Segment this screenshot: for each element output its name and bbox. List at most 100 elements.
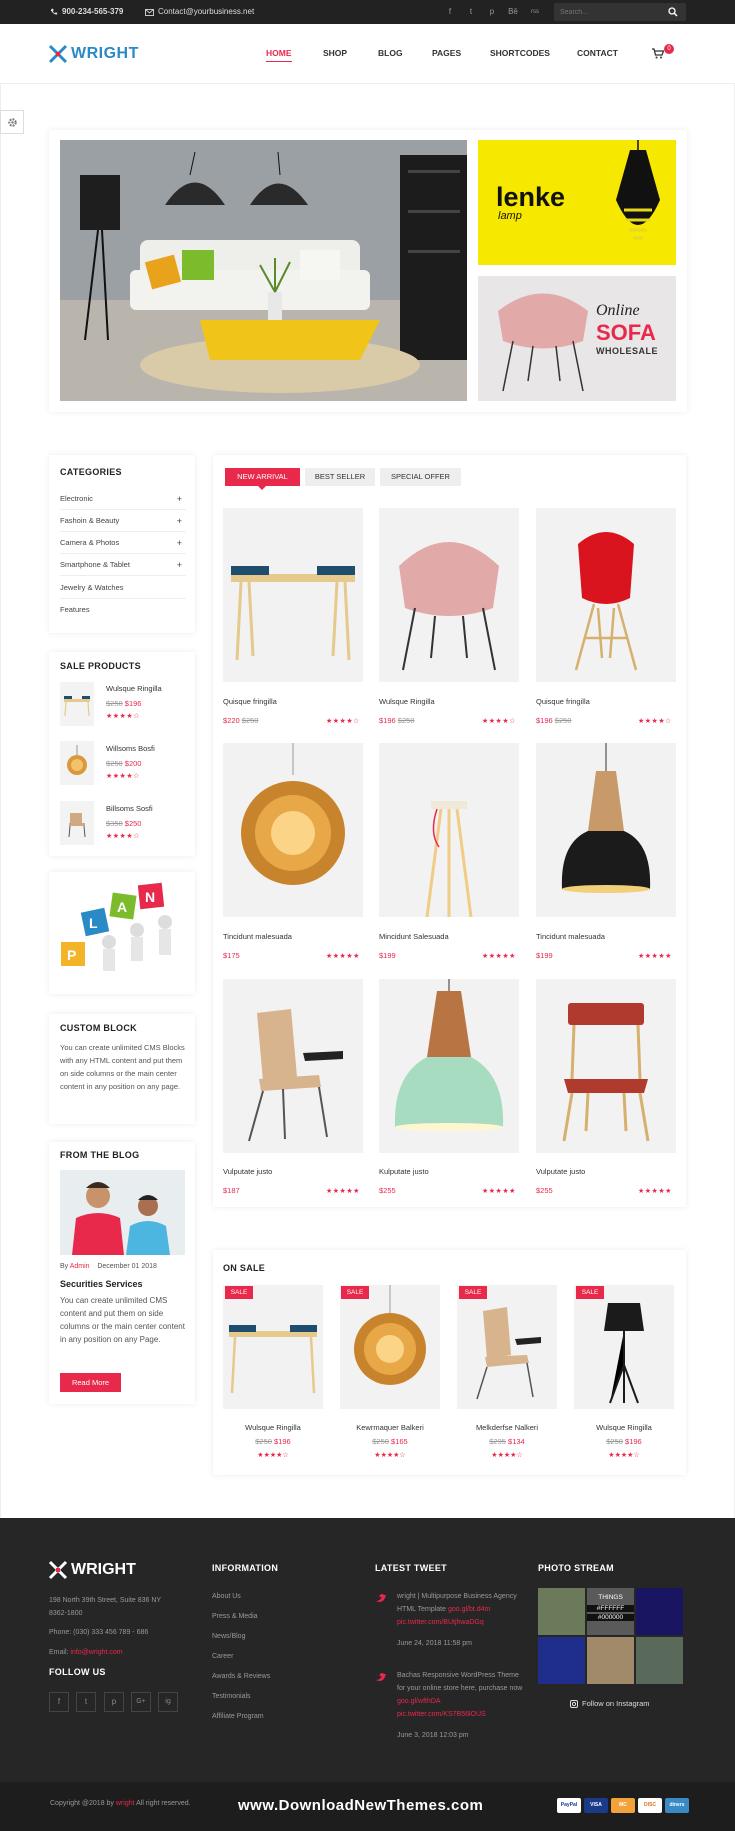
footer-link-news[interactable]: News/Blog (212, 1633, 245, 1640)
pinterest-icon[interactable]: p (104, 1692, 124, 1712)
email-contact[interactable]: Contact@yourbusiness.net (145, 0, 254, 24)
product-name[interactable]: Vulputate justo (536, 1167, 585, 1176)
category-features[interactable]: Features (60, 599, 186, 621)
expand-plus-icon[interactable]: + (177, 554, 182, 576)
sale-product-name[interactable]: Billsoms Sosfi (106, 804, 153, 813)
tweet-link[interactable]: goo.gl/bt.d4m (448, 1606, 490, 1613)
photo-stream-item[interactable] (538, 1588, 585, 1635)
product-name[interactable]: Wulsque Ringilla (379, 697, 435, 706)
twitter-icon[interactable]: t (76, 1692, 96, 1712)
pinterest-icon[interactable]: p (485, 0, 499, 24)
footer-link-awards[interactable]: Awards & Reviews (212, 1673, 270, 1680)
plan-banner-card[interactable]: P L A N (49, 872, 195, 994)
read-more-button[interactable]: Read More (60, 1373, 121, 1392)
product-name[interactable]: Tincidunt malesuada (536, 932, 605, 941)
old-price: $250 (106, 759, 123, 768)
footer-link-affiliate[interactable]: Affiliate Program (212, 1713, 264, 1720)
on-sale-price: $295 $134 (457, 1437, 557, 1446)
blog-image[interactable] (60, 1170, 185, 1255)
site-logo[interactable]: WRIGHT (48, 44, 139, 64)
product-name[interactable]: Quisque fringilla (223, 697, 277, 706)
lenke-lamp-banner[interactable]: lenke lamp (478, 140, 676, 265)
online-sofa-banner[interactable]: Online SOFA WHOLESALE (478, 276, 676, 401)
categories-title: CATEGORIES (60, 467, 122, 477)
product-name[interactable]: Quisque fringilla (536, 697, 590, 706)
product-image[interactable] (223, 979, 363, 1153)
product-name[interactable]: Tincidunt malesuada (223, 932, 292, 941)
cart-icon[interactable] (652, 48, 664, 59)
product-image[interactable] (379, 743, 519, 917)
google-plus-icon[interactable]: G+ (131, 1692, 151, 1712)
tweet-link[interactable]: pic.twitter.com/BUtjhwaDGq (397, 1619, 484, 1626)
sale-product-thumb[interactable] (60, 801, 94, 845)
rss-icon[interactable]: rss (528, 0, 542, 24)
sale-product-thumb[interactable] (60, 741, 94, 785)
copy-brand[interactable]: wright (116, 1800, 135, 1807)
nav-home[interactable]: HOME (266, 48, 292, 62)
blog-post-title[interactable]: Securities Services (60, 1279, 143, 1289)
product-image[interactable] (536, 743, 676, 917)
instagram-icon[interactable]: ig (158, 1692, 178, 1712)
expand-plus-icon[interactable]: + (177, 488, 182, 510)
product-name[interactable]: Mincidunt Salesuada (379, 932, 449, 941)
on-sale-image[interactable] (340, 1285, 440, 1409)
product-image[interactable] (536, 508, 676, 682)
on-sale-name[interactable]: Wulsque Ringilla (223, 1423, 323, 1432)
product-name[interactable]: Kulputate justo (379, 1167, 429, 1176)
facebook-icon[interactable]: f (443, 0, 457, 24)
tab-best-seller[interactable]: BEST SELLER (305, 468, 375, 486)
twitter-icon[interactable]: t (464, 0, 478, 24)
hero-main-image[interactable] (60, 140, 467, 401)
blog-author[interactable]: Admin (70, 1263, 90, 1270)
product-image[interactable] (379, 979, 519, 1153)
product-name[interactable]: Vulputate justo (223, 1167, 272, 1176)
settings-toggle[interactable] (0, 110, 24, 134)
photo-stream-item[interactable] (636, 1637, 683, 1684)
search-icon[interactable] (668, 7, 678, 17)
sale-product-name[interactable]: Willsoms Bosfi (106, 744, 155, 753)
sofa-line1: Online (596, 302, 640, 319)
sale-product-name[interactable]: Wulsque Ringilla (106, 684, 162, 693)
behance-icon[interactable]: Bē (506, 0, 520, 24)
category-fashion[interactable]: Fashoin & Beauty + (60, 510, 186, 532)
on-sale-image[interactable] (223, 1285, 323, 1409)
expand-plus-icon[interactable]: + (177, 510, 182, 532)
footer-link-press[interactable]: Press & Media (212, 1613, 258, 1620)
nav-shop[interactable]: SHOP (323, 48, 347, 58)
category-jewelry[interactable]: Jewelry & Watches (60, 577, 186, 599)
photo-stream-item[interactable] (587, 1637, 634, 1684)
nav-contact[interactable]: CONTACT (577, 48, 618, 58)
photo-stream-item[interactable] (636, 1588, 683, 1635)
tab-special-offer[interactable]: SPECIAL OFFER (380, 468, 461, 486)
follow-instagram-link[interactable]: Follow on Instagram (570, 1699, 650, 1708)
expand-plus-icon[interactable]: + (177, 532, 182, 554)
tab-new-arrival[interactable]: NEW ARRIVAL (225, 468, 300, 486)
on-sale-name[interactable]: Melkderfse Nalkeri (457, 1423, 557, 1432)
product-image[interactable] (536, 979, 676, 1153)
facebook-icon[interactable]: f (49, 1692, 69, 1712)
nav-blog[interactable]: BLOG (378, 48, 403, 58)
category-electronic[interactable]: Electronic + (60, 488, 186, 510)
product-image[interactable] (223, 508, 363, 682)
on-sale-name[interactable]: Wulsque Ringilla (574, 1423, 674, 1432)
category-camera[interactable]: Camera & Photos + (60, 532, 186, 554)
footer-email[interactable]: info@wright.com (70, 1649, 122, 1656)
product-image[interactable] (223, 743, 363, 917)
product-image[interactable] (379, 508, 519, 682)
tweet-link[interactable]: goo.gl/wfthDA (397, 1698, 440, 1705)
nav-shortcodes[interactable]: SHORTCODES (490, 48, 550, 58)
footer-link-career[interactable]: Career (212, 1653, 233, 1660)
search-input[interactable] (554, 3, 686, 21)
footer-link-about[interactable]: About Us (212, 1593, 241, 1600)
on-sale-image[interactable] (574, 1285, 674, 1409)
category-smartphone[interactable]: Smartphone & Tablet + (60, 554, 186, 576)
on-sale-image[interactable] (457, 1285, 557, 1409)
tweet-link[interactable]: pic.twitter.com/KS7B56lOUS (397, 1711, 486, 1718)
photo-stream-item[interactable] (538, 1637, 585, 1684)
footer-link-testimonials[interactable]: Testimonials (212, 1693, 251, 1700)
on-sale-name[interactable]: Kewrmaquer Balkeri (340, 1423, 440, 1432)
nav-pages[interactable]: PAGES (432, 48, 461, 58)
photo-stream-item[interactable]: THINGS #FFFFFF #000000 (587, 1588, 634, 1635)
footer-logo[interactable]: WRIGHT (48, 1560, 136, 1580)
sale-product-thumb[interactable] (60, 682, 94, 726)
